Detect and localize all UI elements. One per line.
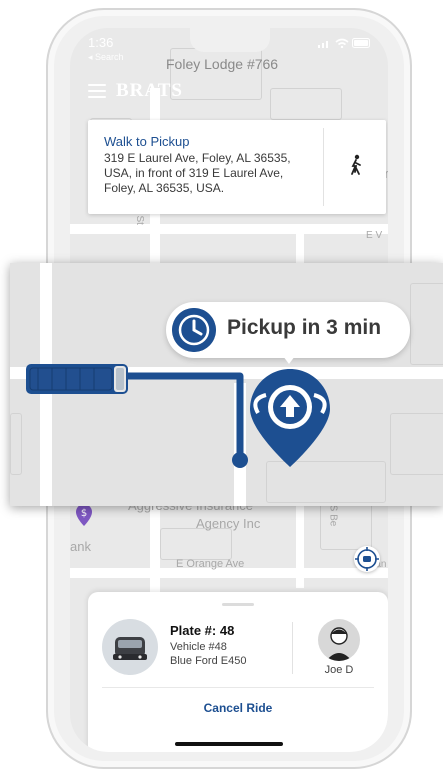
driver-avatar: [318, 619, 360, 661]
divider: [323, 128, 324, 206]
map-label: Agency Inc: [196, 516, 261, 531]
bank-pin-icon[interactable]: $: [76, 504, 92, 526]
map-label: ank: [70, 539, 91, 554]
brand-logo: BRATS: [116, 80, 183, 101]
drag-handle[interactable]: [222, 603, 254, 606]
driver-person-icon: [326, 627, 352, 661]
status-icons: [317, 38, 372, 51]
zoomed-map-panel: [10, 263, 443, 506]
bubble-pointer: [280, 352, 298, 364]
map-label: E V: [366, 230, 383, 241]
vehicle-model: Blue Ford E450: [170, 655, 247, 667]
cancel-ride-button[interactable]: Cancel Ride: [88, 701, 388, 715]
vehicle-avatar: [102, 619, 158, 675]
battery-icon: [352, 38, 370, 48]
pickup-eta-text: Pickup in 3 min: [227, 316, 382, 339]
map-road: [70, 224, 388, 234]
map-building: [160, 528, 232, 560]
phone-notch: [190, 28, 270, 52]
recenter-vehicle-icon[interactable]: [354, 546, 380, 572]
divider: [102, 687, 374, 688]
walk-to-pickup-card[interactable]: Walk to Pickup 319 E Laurel Ave, Foley, …: [88, 120, 386, 214]
vehicle-number: Vehicle #48: [170, 641, 227, 653]
status-time: 1:36 ◂ Search: [88, 36, 124, 64]
map-building: [270, 88, 342, 120]
ride-details-card: Plate #: 48 Vehicle #48 Blue Ford E450 J…: [88, 592, 388, 752]
map-label: S Be: [327, 504, 339, 527]
menu-icon[interactable]: [88, 84, 106, 98]
divider: [292, 622, 293, 674]
shuttle-bus-icon: [26, 364, 128, 394]
home-indicator[interactable]: [175, 742, 283, 746]
back-to-search-link[interactable]: ◂ Search: [88, 51, 124, 64]
walking-person-icon: [351, 154, 361, 175]
driver-name: Joe D: [324, 664, 354, 676]
status-clock: 1:36: [88, 35, 114, 50]
map-label: E Orange Ave: [176, 558, 245, 570]
venue-title: Foley Lodge #766: [166, 56, 279, 72]
signal-icon: [317, 41, 328, 48]
walk-card-title: Walk to Pickup: [104, 134, 190, 149]
plate-number: Plate #: 48: [170, 623, 235, 638]
pickup-eta-bubble: Pickup in 3 min: [166, 302, 410, 358]
pickup-location-pin-icon[interactable]: [250, 369, 340, 469]
svg-text:$: $: [81, 508, 87, 519]
app-header: BRATS: [88, 78, 183, 104]
van-icon: [113, 637, 147, 660]
wifi-icon: [335, 38, 349, 49]
clock-icon: [172, 308, 216, 352]
walk-card-address: 319 E Laurel Ave, Foley, AL 36535, USA, …: [104, 151, 291, 195]
